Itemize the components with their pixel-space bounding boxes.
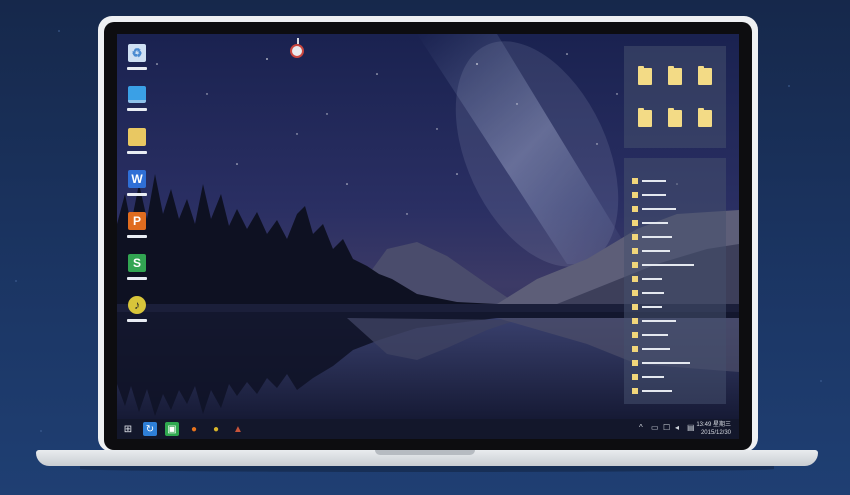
list-item-label [642, 376, 664, 378]
wps-presentation-icon[interactable]: P [125, 212, 149, 238]
tray-action-center-icon[interactable]: ☐ [663, 424, 671, 432]
file-icon [632, 206, 638, 212]
document-folder-icon[interactable] [125, 128, 149, 154]
music-player-label [127, 319, 147, 322]
list-item-label [642, 362, 690, 364]
folder-grid-panel [624, 46, 726, 148]
folder-icon[interactable] [698, 66, 712, 85]
monitor-glyph [128, 86, 146, 103]
wps-writer-label [127, 193, 147, 196]
laptop-notch [375, 450, 475, 455]
list-item-label [642, 180, 666, 182]
laptop-shadow [80, 466, 774, 472]
recycle-app-icon[interactable]: ↻ [143, 422, 157, 436]
document-folder-label [127, 151, 147, 154]
wps-presentation-label [127, 235, 147, 238]
recycle-bin-glyph: ♻ [128, 44, 146, 62]
tray-chevron-up-icon[interactable]: ^ [639, 424, 647, 432]
bg-dot [58, 30, 60, 32]
file-icon [632, 360, 638, 366]
file-icon [632, 346, 638, 352]
file-icon [632, 262, 638, 268]
list-item-label [642, 334, 668, 336]
tray-volume-icon[interactable]: ◂ [675, 424, 683, 432]
recycle-bin-label [127, 67, 147, 70]
list-item-label [642, 236, 672, 238]
list-item-label [642, 194, 666, 196]
file-icon [632, 220, 638, 226]
clock-time: 13:49 星期三 [696, 422, 731, 428]
folder-icon[interactable] [668, 108, 682, 127]
wps-writer-glyph: W [128, 170, 146, 188]
file-icon [632, 192, 638, 198]
document-glyph [128, 128, 146, 146]
start-button[interactable]: ⊞ [121, 422, 135, 436]
file-icon [632, 304, 638, 310]
installer-icon[interactable]: ▲ [231, 422, 245, 436]
pin-icon[interactable] [290, 38, 304, 58]
folder-icon[interactable] [668, 66, 682, 85]
bg-dot [820, 380, 822, 382]
tray-network-icon[interactable]: ▭ [651, 424, 659, 432]
list-item-label [642, 292, 664, 294]
clock-date: 2015/12/30 [700, 430, 731, 436]
file-icon [632, 234, 638, 240]
list-item-label [642, 390, 672, 392]
file-icon [632, 276, 638, 282]
folder-icon[interactable] [698, 108, 712, 127]
file-icon [632, 248, 638, 254]
wps-presentation-glyph: P [128, 212, 146, 230]
bg-dot [40, 430, 42, 432]
folder-icon[interactable] [638, 66, 652, 85]
file-icon [632, 178, 638, 184]
desktop-screen: ♻ W P S ♪ ⊞ ↻ ▣ ● ● ▲ ^ ▭ ☐ ◂ ▤ 13:49 星期… [117, 34, 739, 439]
wps-spreadsheet-glyph: S [128, 254, 146, 272]
computer-icon[interactable] [125, 86, 149, 111]
file-icon [632, 374, 638, 380]
bg-dot [788, 85, 790, 87]
image-viewer-icon[interactable]: ▣ [165, 422, 179, 436]
file-icon [632, 290, 638, 296]
computer-label [127, 108, 147, 111]
system-clock[interactable]: 13:49 星期三 2015/12/30 [696, 421, 731, 437]
taskbar: ⊞ ↻ ▣ ● ● ▲ ^ ▭ ☐ ◂ ▤ 13:49 星期三 2015/12/… [117, 419, 739, 439]
list-item-label [642, 278, 662, 280]
firefox-icon[interactable]: ● [187, 422, 201, 436]
tray-input-icon[interactable]: ▤ [687, 424, 695, 432]
list-item-label [642, 348, 670, 350]
chrome-icon[interactable]: ● [209, 422, 223, 436]
list-item-label [642, 208, 676, 210]
music-glyph: ♪ [128, 296, 146, 314]
list-item-label [642, 250, 670, 252]
file-icon [632, 318, 638, 324]
wps-spreadsheet-label [127, 277, 147, 280]
wps-writer-icon[interactable]: W [125, 170, 149, 196]
list-item-label [642, 306, 662, 308]
recycle-bin-icon[interactable]: ♻ [125, 44, 149, 70]
wps-spreadsheet-icon[interactable]: S [125, 254, 149, 280]
file-icon [632, 388, 638, 394]
file-icon [632, 332, 638, 338]
file-list-panel [624, 158, 726, 404]
music-player-icon[interactable]: ♪ [125, 296, 149, 322]
list-item-label [642, 264, 694, 266]
list-item-label [642, 222, 668, 224]
bg-dot [15, 280, 17, 282]
folder-icon[interactable] [638, 108, 652, 127]
list-item-label [642, 320, 676, 322]
